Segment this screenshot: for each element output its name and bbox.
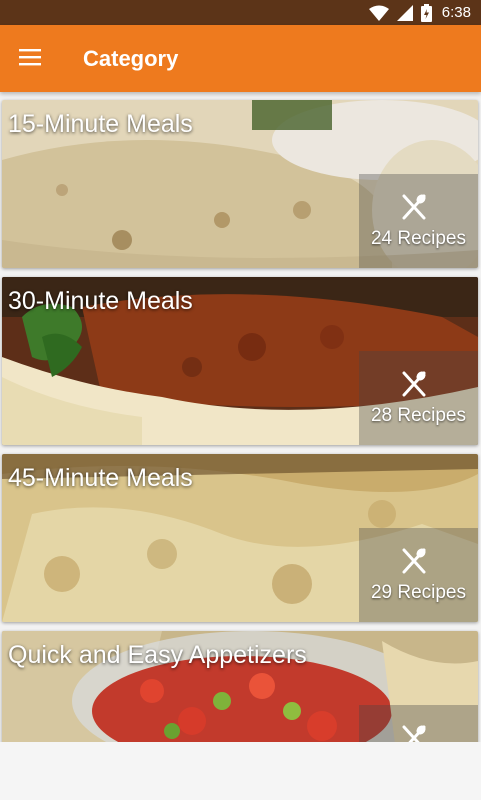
recipe-count-badge: [359, 705, 478, 742]
page-title: Category: [83, 46, 179, 71]
category-card[interactable]: 15-Minute Meals 24 Recipes: [2, 100, 478, 268]
category-title: 30-Minute Meals: [8, 287, 193, 315]
status-time: 6:38: [441, 4, 471, 21]
signal-icon: [396, 4, 413, 21]
category-card[interactable]: 45-Minute Meals 29 Recipes: [2, 454, 478, 622]
bottom-empty-area: [0, 742, 481, 800]
battery-icon: [420, 3, 432, 22]
fork-spoon-icon: [402, 371, 426, 397]
recipe-count-badge: 24 Recipes: [359, 174, 478, 268]
category-card[interactable]: Quick and Easy Appetizers: [2, 631, 478, 742]
app-bar: Category: [0, 25, 481, 92]
status-icons: 6:38: [368, 3, 471, 22]
hamburger-menu-button[interactable]: [10, 36, 52, 78]
recipe-count: 24 Recipes: [370, 228, 466, 249]
fork-spoon-icon: [402, 725, 426, 742]
recipe-count-badge: 29 Recipes: [359, 528, 478, 622]
category-title: Quick and Easy Appetizers: [8, 641, 307, 669]
wifi-icon: [368, 5, 389, 21]
category-card[interactable]: 30-Minute Meals 28 Recipes: [2, 277, 478, 445]
category-list: 15-Minute Meals 24 Recipes 30-Minute Mea…: [0, 92, 481, 742]
category-title: 15-Minute Meals: [8, 110, 193, 138]
fork-spoon-icon: [402, 194, 426, 220]
recipe-count: 29 Recipes: [370, 582, 466, 603]
recipe-count-badge: 28 Recipes: [359, 351, 478, 445]
fork-spoon-icon: [402, 548, 426, 574]
recipe-count: 28 Recipes: [370, 405, 466, 426]
hamburger-menu-icon: [19, 49, 41, 66]
category-title: 45-Minute Meals: [8, 464, 193, 492]
status-bar: 6:38: [0, 0, 481, 25]
